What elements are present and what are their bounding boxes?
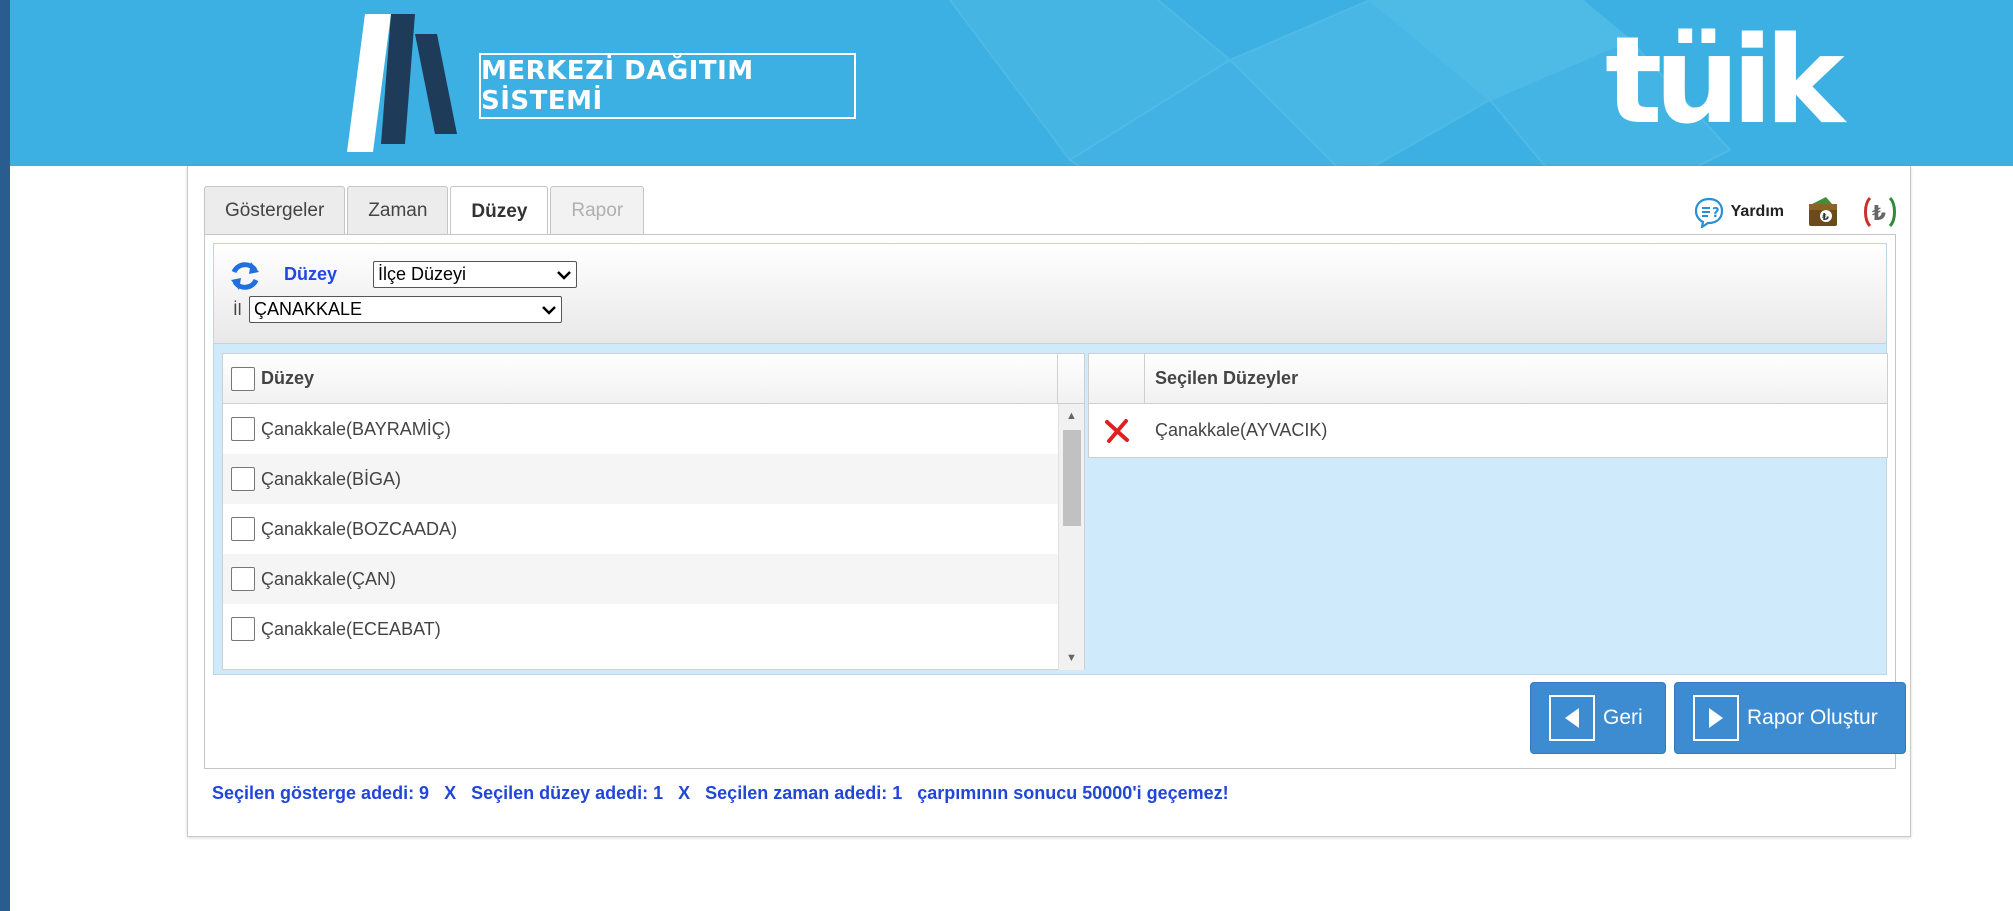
tuik-logo: tüik <box>1605 12 1845 151</box>
chevron-down-icon <box>552 270 576 280</box>
available-levels-list: Düzey Çanakkale(BAYRAMİÇ) Çanakkale(BİGA… <box>222 353 1085 670</box>
list-item[interactable]: Çanakkale(ÇAN) <box>223 554 1059 604</box>
tab-duzey[interactable]: Düzey <box>450 186 549 237</box>
list-item[interactable]: Çanakkale(BİGA) <box>223 454 1059 504</box>
selected-list-header: Seçilen Düzeyler <box>1089 353 1887 404</box>
select-all-checkbox[interactable] <box>231 366 255 391</box>
il-select[interactable]: ÇANAKKALE <box>249 296 562 323</box>
help-bubble-icon: ? <box>1694 197 1723 228</box>
create-report-button[interactable]: Rapor Oluştur <box>1674 682 1906 754</box>
item-checkbox[interactable] <box>231 517 255 541</box>
list-item[interactable]: Çanakkale(BAYRAMİÇ) <box>223 404 1059 454</box>
available-list-header: Düzey <box>223 354 1084 404</box>
scroll-down-arrow-icon[interactable]: ▼ <box>1059 648 1084 668</box>
list-item-label: Çanakkale(ÇAN) <box>261 568 397 589</box>
list-item[interactable]: Çanakkale(BOZCAADA) <box>223 504 1059 554</box>
list-item-label: Çanakkale(BİGA) <box>261 468 402 489</box>
duzey-select[interactable]: İlçe Düzeyi <box>373 261 577 288</box>
main-panel: Göstergeler Zaman Düzey Rapor ? Yardım ₺ <box>187 166 1911 837</box>
lira-icon[interactable]: ₺ <box>1862 195 1898 229</box>
site-header: MERKEZİ DAĞITIM SİSTEMİ tüik <box>10 0 2013 166</box>
item-checkbox[interactable] <box>231 467 255 491</box>
scroll-up-arrow-icon[interactable]: ▲ <box>1059 406 1084 426</box>
list-item-label: Çanakkale(ECEABAT) <box>261 618 441 639</box>
column-header-duzey: Düzey <box>261 368 315 388</box>
tab-rapor: Rapor <box>550 186 645 235</box>
item-checkbox[interactable] <box>231 567 255 591</box>
tab-gostergeler[interactable]: Göstergeler <box>204 186 346 235</box>
list-item-label: Çanakkale(BOZCAADA) <box>261 518 458 539</box>
brand-title: MERKEZİ DAĞITIM SİSTEMİ <box>479 53 856 119</box>
duzey-select-value: İlçe Düzeyi <box>378 264 467 284</box>
chevron-down-icon <box>537 305 561 315</box>
duzey-label: Düzey <box>284 264 338 284</box>
selected-levels-list: Seçilen Düzeyler Çanakkale(AYVACIK) <box>1088 353 1888 458</box>
selected-item-label: Çanakkale(AYVACIK) <box>1155 420 1328 440</box>
remove-icon[interactable] <box>1089 418 1145 443</box>
list-item[interactable]: Çanakkale(ECEABAT) <box>223 604 1059 654</box>
mds-logo-icon <box>347 14 457 152</box>
arrow-right-icon <box>1693 695 1739 741</box>
il-select-value: ÇANAKKALE <box>254 299 363 319</box>
wallet-icon[interactable]: ₺ <box>1806 196 1840 228</box>
column-header-secilen: Seçilen Düzeyler <box>1155 368 1299 388</box>
back-button[interactable]: Geri <box>1530 682 1666 754</box>
left-edge-strip <box>0 0 10 911</box>
il-label: İl <box>233 300 242 319</box>
selection-area: Düzey İlçe Düzeyi İl ÇANAKKALE Düzey Çan… <box>213 243 1888 675</box>
toolbar-right: ? Yardım ₺ ₺ <box>1693 194 1898 230</box>
filter-bar: Düzey İlçe Düzeyi İl ÇANAKKALE <box>214 244 1886 344</box>
back-button-label: Geri <box>1603 706 1643 729</box>
svg-text:₺: ₺ <box>1872 201 1886 225</box>
list-item-label: Çanakkale(BAYRAMİÇ) <box>261 418 451 439</box>
item-checkbox[interactable] <box>231 617 255 641</box>
refresh-icon[interactable] <box>229 260 261 292</box>
svg-text:₺: ₺ <box>1822 212 1829 223</box>
create-report-button-label: Rapor Oluştur <box>1747 706 1878 729</box>
tab-bar: Göstergeler Zaman Düzey Rapor <box>204 186 646 237</box>
list-scrollbar[interactable]: ▲ ▼ <box>1058 404 1084 670</box>
arrow-left-icon <box>1549 695 1595 741</box>
item-checkbox[interactable] <box>231 417 255 441</box>
selected-item: Çanakkale(AYVACIK) <box>1089 404 1887 457</box>
scroll-thumb[interactable] <box>1063 430 1081 526</box>
svg-text:?: ? <box>1712 206 1720 221</box>
selection-limit-note: Seçilen gösterge adedi: 9 X Seçilen düze… <box>212 783 1229 803</box>
tab-zaman[interactable]: Zaman <box>347 186 449 235</box>
help-link[interactable]: ? Yardım <box>1693 196 1784 228</box>
duzey-tab-content: Düzey İlçe Düzeyi İl ÇANAKKALE Düzey Çan… <box>204 234 1906 769</box>
help-label: Yardım <box>1730 203 1784 220</box>
